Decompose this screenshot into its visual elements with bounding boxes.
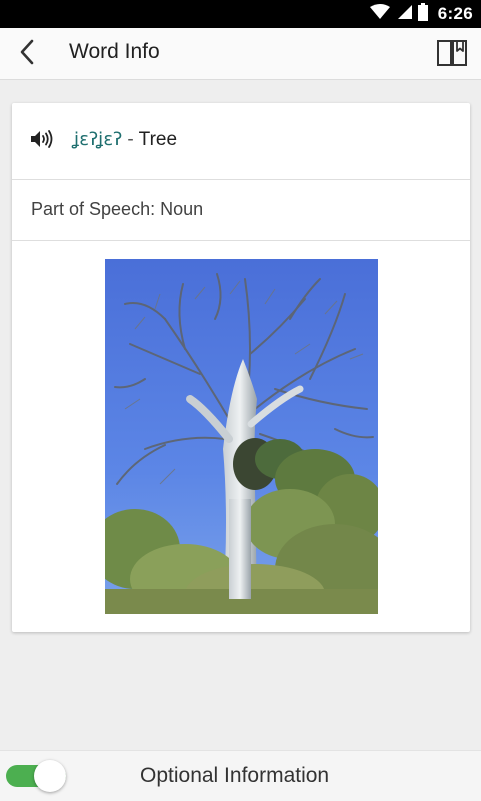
part-of-speech-row: Part of Speech: Noun	[12, 180, 470, 241]
wifi-icon	[369, 3, 390, 25]
status-time: 6:26	[437, 4, 473, 23]
cell-signal-icon	[396, 4, 412, 25]
part-of-speech-label: Part of Speech: Noun	[31, 199, 204, 219]
optional-info-label: Optional Information	[140, 764, 330, 787]
tree-photo	[105, 259, 378, 614]
chevron-left-icon	[19, 39, 35, 70]
play-audio-button[interactable]	[30, 129, 58, 153]
app-bar: Word Info	[0, 28, 481, 80]
bottom-bar: Optional Information	[0, 750, 481, 801]
book-bookmark-icon	[436, 39, 468, 72]
battery-icon	[417, 2, 428, 26]
status-icons: 6:26	[369, 0, 473, 28]
back-button[interactable]	[10, 37, 44, 71]
optional-info-toggle[interactable]	[6, 759, 66, 793]
page-title: Word Info	[69, 40, 160, 63]
word-separator: -	[127, 129, 134, 150]
toggle-thumb	[34, 760, 66, 792]
word-row: ʝɛʔʝɛʔ - Tree	[12, 103, 470, 180]
word-heading: ʝɛʔʝɛʔ - Tree	[74, 129, 177, 151]
speaker-icon	[30, 129, 56, 154]
english-translation: Tree	[138, 129, 178, 150]
status-bar: 6:26	[0, 0, 481, 28]
book-button[interactable]	[435, 39, 469, 71]
native-word: ʝɛʔʝɛʔ	[74, 129, 123, 150]
word-card: ʝɛʔʝɛʔ - Tree Part of Speech: Noun	[12, 103, 470, 632]
